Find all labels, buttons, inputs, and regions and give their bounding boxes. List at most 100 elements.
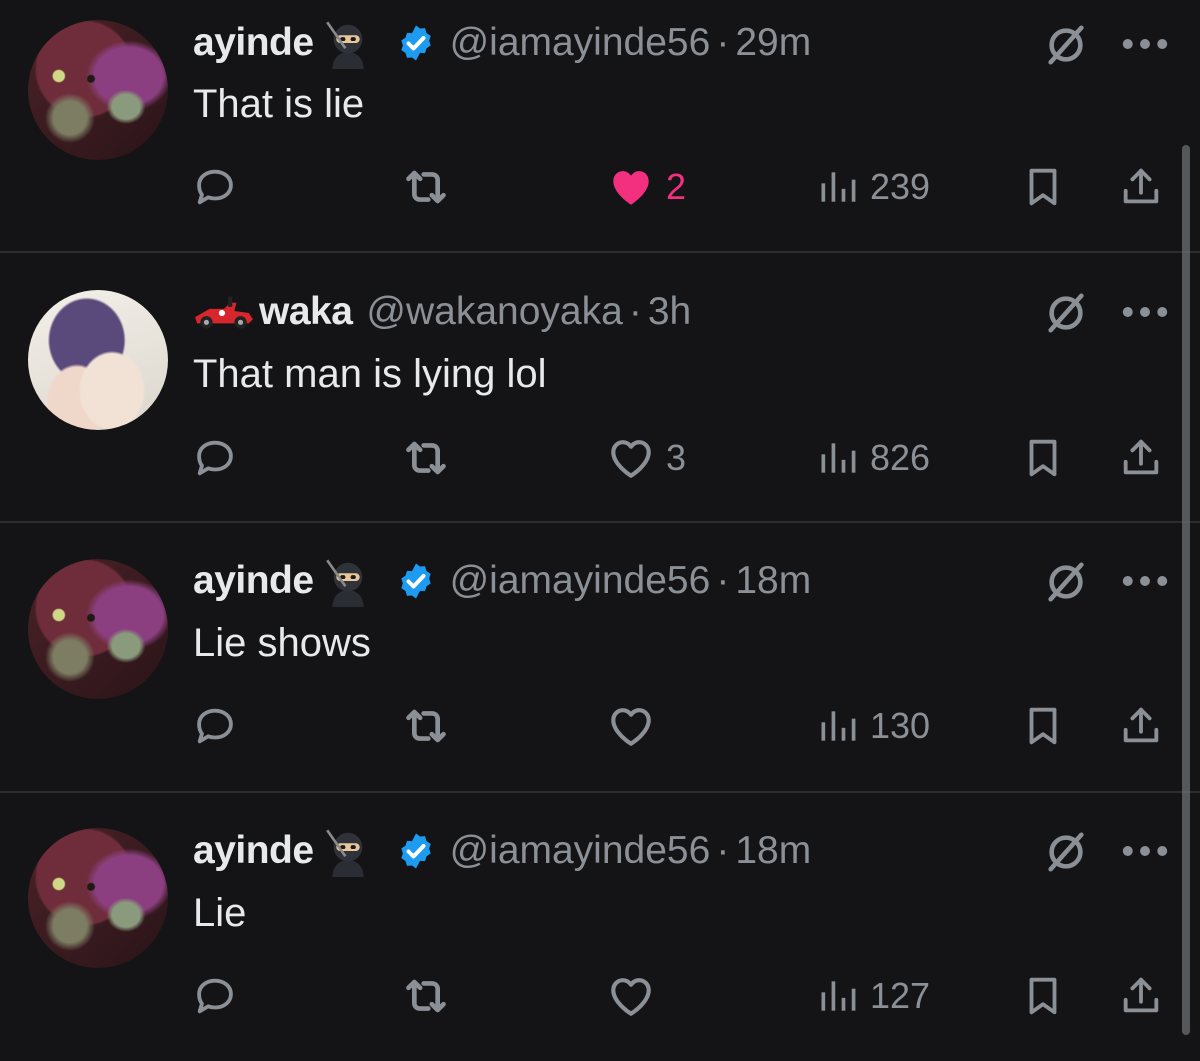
reply-button[interactable] xyxy=(192,696,238,756)
bookmark-icon xyxy=(1020,703,1066,749)
scrollbar[interactable] xyxy=(1182,145,1190,1035)
reply-text: That man is lying lol xyxy=(193,352,547,396)
reply-1[interactable]: ayinde @iamayinde56 · 29m That is lie 2 … xyxy=(0,0,1200,252)
views-icon xyxy=(816,165,860,209)
reply-text: Lie xyxy=(193,891,247,935)
retweet-icon xyxy=(398,968,454,1024)
heart-icon xyxy=(606,162,656,212)
grok-icon[interactable] xyxy=(1043,829,1089,875)
view-count: 826 xyxy=(870,437,931,478)
reply-3[interactable]: ayinde @iamayinde56 · 18m Lie shows 130 xyxy=(0,523,1200,791)
retweet-button[interactable] xyxy=(398,696,454,756)
reply-button[interactable] xyxy=(192,157,238,217)
share-icon xyxy=(1118,435,1164,481)
reply-feed: ayinde @iamayinde56 · 29m That is lie 2 … xyxy=(0,0,1200,1061)
reply-icon xyxy=(192,435,238,481)
reply-header: ayinde @iamayinde56 · 18m xyxy=(193,556,811,606)
separator-dot: · xyxy=(716,559,730,602)
views-icon xyxy=(816,974,860,1018)
separator-dot: · xyxy=(716,829,730,872)
bookmark-button[interactable] xyxy=(1020,428,1066,488)
timestamp[interactable]: 3h xyxy=(648,290,691,334)
avatar[interactable] xyxy=(28,290,168,430)
share-button[interactable] xyxy=(1118,966,1164,1026)
like-button[interactable]: 3 xyxy=(606,428,686,488)
ninja-icon xyxy=(318,17,378,69)
view-count: 239 xyxy=(870,166,931,207)
retweet-button[interactable] xyxy=(398,157,454,217)
ninja-icon xyxy=(318,555,378,607)
views-button[interactable]: 127 xyxy=(816,966,930,1026)
retweet-icon xyxy=(398,159,454,215)
racing-car-icon xyxy=(193,294,255,330)
like-button[interactable] xyxy=(606,966,666,1026)
like-count: 3 xyxy=(666,437,687,478)
more-icon[interactable] xyxy=(1122,304,1168,320)
share-button[interactable] xyxy=(1118,696,1164,756)
retweet-icon xyxy=(398,698,454,754)
handle[interactable]: @wakanoyaka xyxy=(366,290,622,334)
reply-icon xyxy=(192,973,238,1019)
bookmark-icon xyxy=(1020,164,1066,210)
retweet-button[interactable] xyxy=(398,966,454,1026)
verified-badge-icon xyxy=(396,561,436,601)
reply-text: That is lie xyxy=(193,82,365,126)
avatar[interactable] xyxy=(28,828,168,968)
heart-icon xyxy=(606,701,656,751)
more-icon[interactable] xyxy=(1122,573,1168,589)
grok-icon[interactable] xyxy=(1043,559,1089,605)
handle[interactable]: @iamayinde56 xyxy=(450,829,711,873)
reply-4[interactable]: ayinde @iamayinde56 · 18m Lie 127 xyxy=(0,793,1200,1061)
action-bar: 2 239 xyxy=(0,157,1200,217)
bookmark-button[interactable] xyxy=(1020,696,1066,756)
more-icon[interactable] xyxy=(1122,36,1168,52)
bookmark-icon xyxy=(1020,435,1066,481)
grok-icon[interactable] xyxy=(1043,22,1089,68)
like-button[interactable] xyxy=(606,696,666,756)
reply-header: waka @wakanoyaka · 3h xyxy=(193,287,691,337)
avatar[interactable] xyxy=(28,20,168,160)
grok-icon[interactable] xyxy=(1043,290,1089,336)
separator-dot: · xyxy=(628,290,642,333)
handle[interactable]: @iamayinde56 xyxy=(450,21,711,65)
retweet-icon xyxy=(398,430,454,486)
views-button[interactable]: 826 xyxy=(816,428,930,488)
reply-icon xyxy=(192,164,238,210)
retweet-button[interactable] xyxy=(398,428,454,488)
views-button[interactable]: 130 xyxy=(816,696,930,756)
heart-icon xyxy=(606,433,656,483)
ninja-icon xyxy=(318,825,378,877)
share-button[interactable] xyxy=(1118,428,1164,488)
share-button[interactable] xyxy=(1118,157,1164,217)
reply-header: ayinde @iamayinde56 · 29m xyxy=(193,18,811,68)
avatar[interactable] xyxy=(28,559,168,699)
views-icon xyxy=(816,436,860,480)
bookmark-button[interactable] xyxy=(1020,966,1066,1026)
bookmark-button[interactable] xyxy=(1020,157,1066,217)
handle[interactable]: @iamayinde56 xyxy=(450,559,711,603)
view-count: 127 xyxy=(870,975,931,1016)
timestamp[interactable]: 29m xyxy=(735,21,811,65)
view-count: 130 xyxy=(870,705,931,746)
views-button[interactable]: 239 xyxy=(816,157,930,217)
reply-button[interactable] xyxy=(192,966,238,1026)
like-button[interactable]: 2 xyxy=(606,157,686,217)
heart-icon xyxy=(606,971,656,1021)
timestamp[interactable]: 18m xyxy=(735,559,811,603)
timestamp[interactable]: 18m xyxy=(735,829,811,873)
share-icon xyxy=(1118,703,1164,749)
action-bar: 130 xyxy=(0,696,1200,756)
share-icon xyxy=(1118,164,1164,210)
action-bar: 3 826 xyxy=(0,428,1200,488)
bookmark-icon xyxy=(1020,973,1066,1019)
reply-button[interactable] xyxy=(192,428,238,488)
display-name[interactable]: ayinde xyxy=(193,559,314,603)
reply-2[interactable]: waka @wakanoyaka · 3h That man is lying … xyxy=(0,253,1200,521)
display-name[interactable]: waka xyxy=(259,290,353,334)
display-name[interactable]: ayinde xyxy=(193,829,314,873)
reply-text: Lie shows xyxy=(193,621,371,665)
more-icon[interactable] xyxy=(1122,843,1168,859)
reply-header: ayinde @iamayinde56 · 18m xyxy=(193,826,811,876)
reply-icon xyxy=(192,703,238,749)
display-name[interactable]: ayinde xyxy=(193,21,314,65)
